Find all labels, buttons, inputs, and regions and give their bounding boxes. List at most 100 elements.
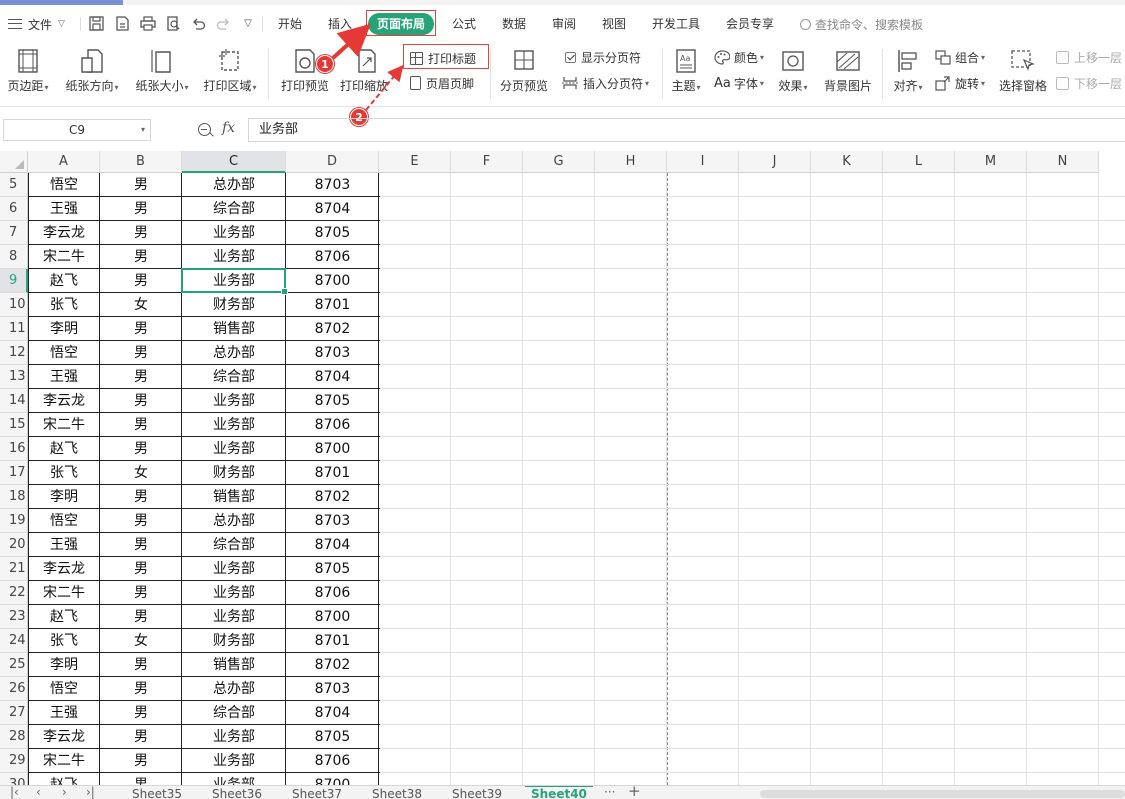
column-header-m[interactable]: M [955,151,1027,173]
cell-b5[interactable]: 男 [100,173,182,197]
print-scale-button[interactable]: 打印缩放 [338,48,394,98]
row-header[interactable]: 13 [0,365,28,389]
column-header-b[interactable]: B [100,151,182,173]
cell-c11[interactable]: 销售部 [182,317,286,341]
print-icon[interactable] [140,15,156,31]
customize-toolbar-icon[interactable]: ▽ [240,15,256,31]
cell-a7[interactable]: 李云龙 [28,221,100,245]
sheet-tab-sheet39[interactable]: Sheet39 [452,787,502,799]
cell-a6[interactable]: 王强 [28,197,100,221]
cell-a15[interactable]: 宋二牛 [28,413,100,437]
cell-d26[interactable]: 8703 [286,677,379,701]
prev-sheet-icon[interactable]: ‹ [36,786,41,799]
tab-formulas[interactable]: 公式 [452,15,476,33]
last-sheet-icon[interactable]: ›| [86,786,95,799]
cell-b17[interactable]: 女 [100,461,182,485]
cell-c17[interactable]: 财务部 [182,461,286,485]
cell-d17[interactable]: 8701 [286,461,379,485]
cell-a30[interactable]: 赵飞 [28,773,100,785]
row-header[interactable]: 24 [0,629,28,653]
cell-c29[interactable]: 业务部 [182,749,286,773]
cell-a16[interactable]: 赵飞 [28,437,100,461]
cell-a9[interactable]: 赵飞 [28,269,100,293]
first-sheet-icon[interactable]: |‹ [10,786,19,799]
select-all-corner[interactable] [0,151,28,173]
row-header[interactable]: 12 [0,341,28,365]
cell-c14[interactable]: 业务部 [182,389,286,413]
cell-a14[interactable]: 李云龙 [28,389,100,413]
cell-c23[interactable]: 业务部 [182,605,286,629]
cell-b9[interactable]: 男 [100,269,182,293]
zoom-icon[interactable] [198,123,211,136]
save-icon[interactable] [88,15,104,31]
cell-d30[interactable]: 8700 [286,773,379,785]
column-header-l[interactable]: L [883,151,955,173]
tab-review[interactable]: 审阅 [552,15,576,33]
sheet-tab-sheet37[interactable]: Sheet37 [292,787,342,799]
row-header[interactable]: 15 [0,413,28,437]
row-header[interactable]: 11 [0,317,28,341]
cell-d6[interactable]: 8704 [286,197,379,221]
cell-a28[interactable]: 李云龙 [28,725,100,749]
row-header[interactable]: 29 [0,749,28,773]
cell-d14[interactable]: 8705 [286,389,379,413]
cell-b25[interactable]: 男 [100,653,182,677]
sheet-tab-sheet36[interactable]: Sheet36 [212,787,262,799]
cell-b26[interactable]: 男 [100,677,182,701]
cell-c15[interactable]: 业务部 [182,413,286,437]
cell-c26[interactable]: 总办部 [182,677,286,701]
cell-b24[interactable]: 女 [100,629,182,653]
cell-b18[interactable]: 男 [100,485,182,509]
print-preview-icon[interactable] [165,15,181,31]
horizontal-scrollbar[interactable] [760,790,1125,798]
cell-b20[interactable]: 男 [100,533,182,557]
column-header-g[interactable]: G [523,151,595,173]
cell-c18[interactable]: 销售部 [182,485,286,509]
effects-button[interactable]: 效果▾ [774,48,812,98]
cell-a21[interactable]: 李云龙 [28,557,100,581]
column-header-i[interactable]: I [667,151,739,173]
tab-insert[interactable]: 插入 [328,15,352,33]
cell-b23[interactable]: 男 [100,605,182,629]
cell-a24[interactable]: 张飞 [28,629,100,653]
cell-b11[interactable]: 男 [100,317,182,341]
rotate-button[interactable]: 旋转 ▾ [935,74,985,92]
tab-membership[interactable]: 会员专享 [726,15,774,33]
cell-c12[interactable]: 总办部 [182,341,286,365]
cell-c22[interactable]: 业务部 [182,581,286,605]
cell-d7[interactable]: 8705 [286,221,379,245]
more-sheets-icon[interactable]: ··· [604,786,615,799]
selection-pane-button[interactable]: 选择窗格 [996,48,1050,98]
cell-a23[interactable]: 赵飞 [28,605,100,629]
colors-button[interactable]: 颜色 ▾ [714,48,764,66]
column-header-f[interactable]: F [451,151,523,173]
cell-d16[interactable]: 8700 [286,437,379,461]
cell-c7[interactable]: 业务部 [182,221,286,245]
cell-b27[interactable]: 男 [100,701,182,725]
cell-b29[interactable]: 男 [100,749,182,773]
row-header[interactable]: 22 [0,581,28,605]
cell-b13[interactable]: 男 [100,365,182,389]
cell-d23[interactable]: 8700 [286,605,379,629]
function-icon[interactable]: fx [222,120,235,136]
row-header[interactable]: 26 [0,677,28,701]
cell-b16[interactable]: 男 [100,437,182,461]
bring-forward-button[interactable]: 上移一层 [1056,48,1122,66]
redo-icon[interactable] [215,15,231,31]
column-header-c[interactable]: C [182,151,286,173]
row-header[interactable]: 21 [0,557,28,581]
cell-grid[interactable]: 悟空男总办部 8703 王强男综合部 8704 李云龙男业务部 8705 宋二牛男业务部 87… [28,173,1125,785]
group-button[interactable]: 组合 ▾ [935,48,985,66]
row-header[interactable]: 23 [0,605,28,629]
cell-d24[interactable]: 8701 [286,629,379,653]
show-page-breaks-checkbox[interactable]: 显示分页符 [565,48,641,66]
cell-b21[interactable]: 男 [100,557,182,581]
cell-a10[interactable]: 张飞 [28,293,100,317]
cell-b28[interactable]: 男 [100,725,182,749]
column-header-e[interactable]: E [379,151,451,173]
row-header[interactable]: 28 [0,725,28,749]
cell-c8[interactable]: 业务部 [182,245,286,269]
align-button[interactable]: 对齐▾ [888,48,928,98]
cell-d27[interactable]: 8704 [286,701,379,725]
cell-a26[interactable]: 悟空 [28,677,100,701]
